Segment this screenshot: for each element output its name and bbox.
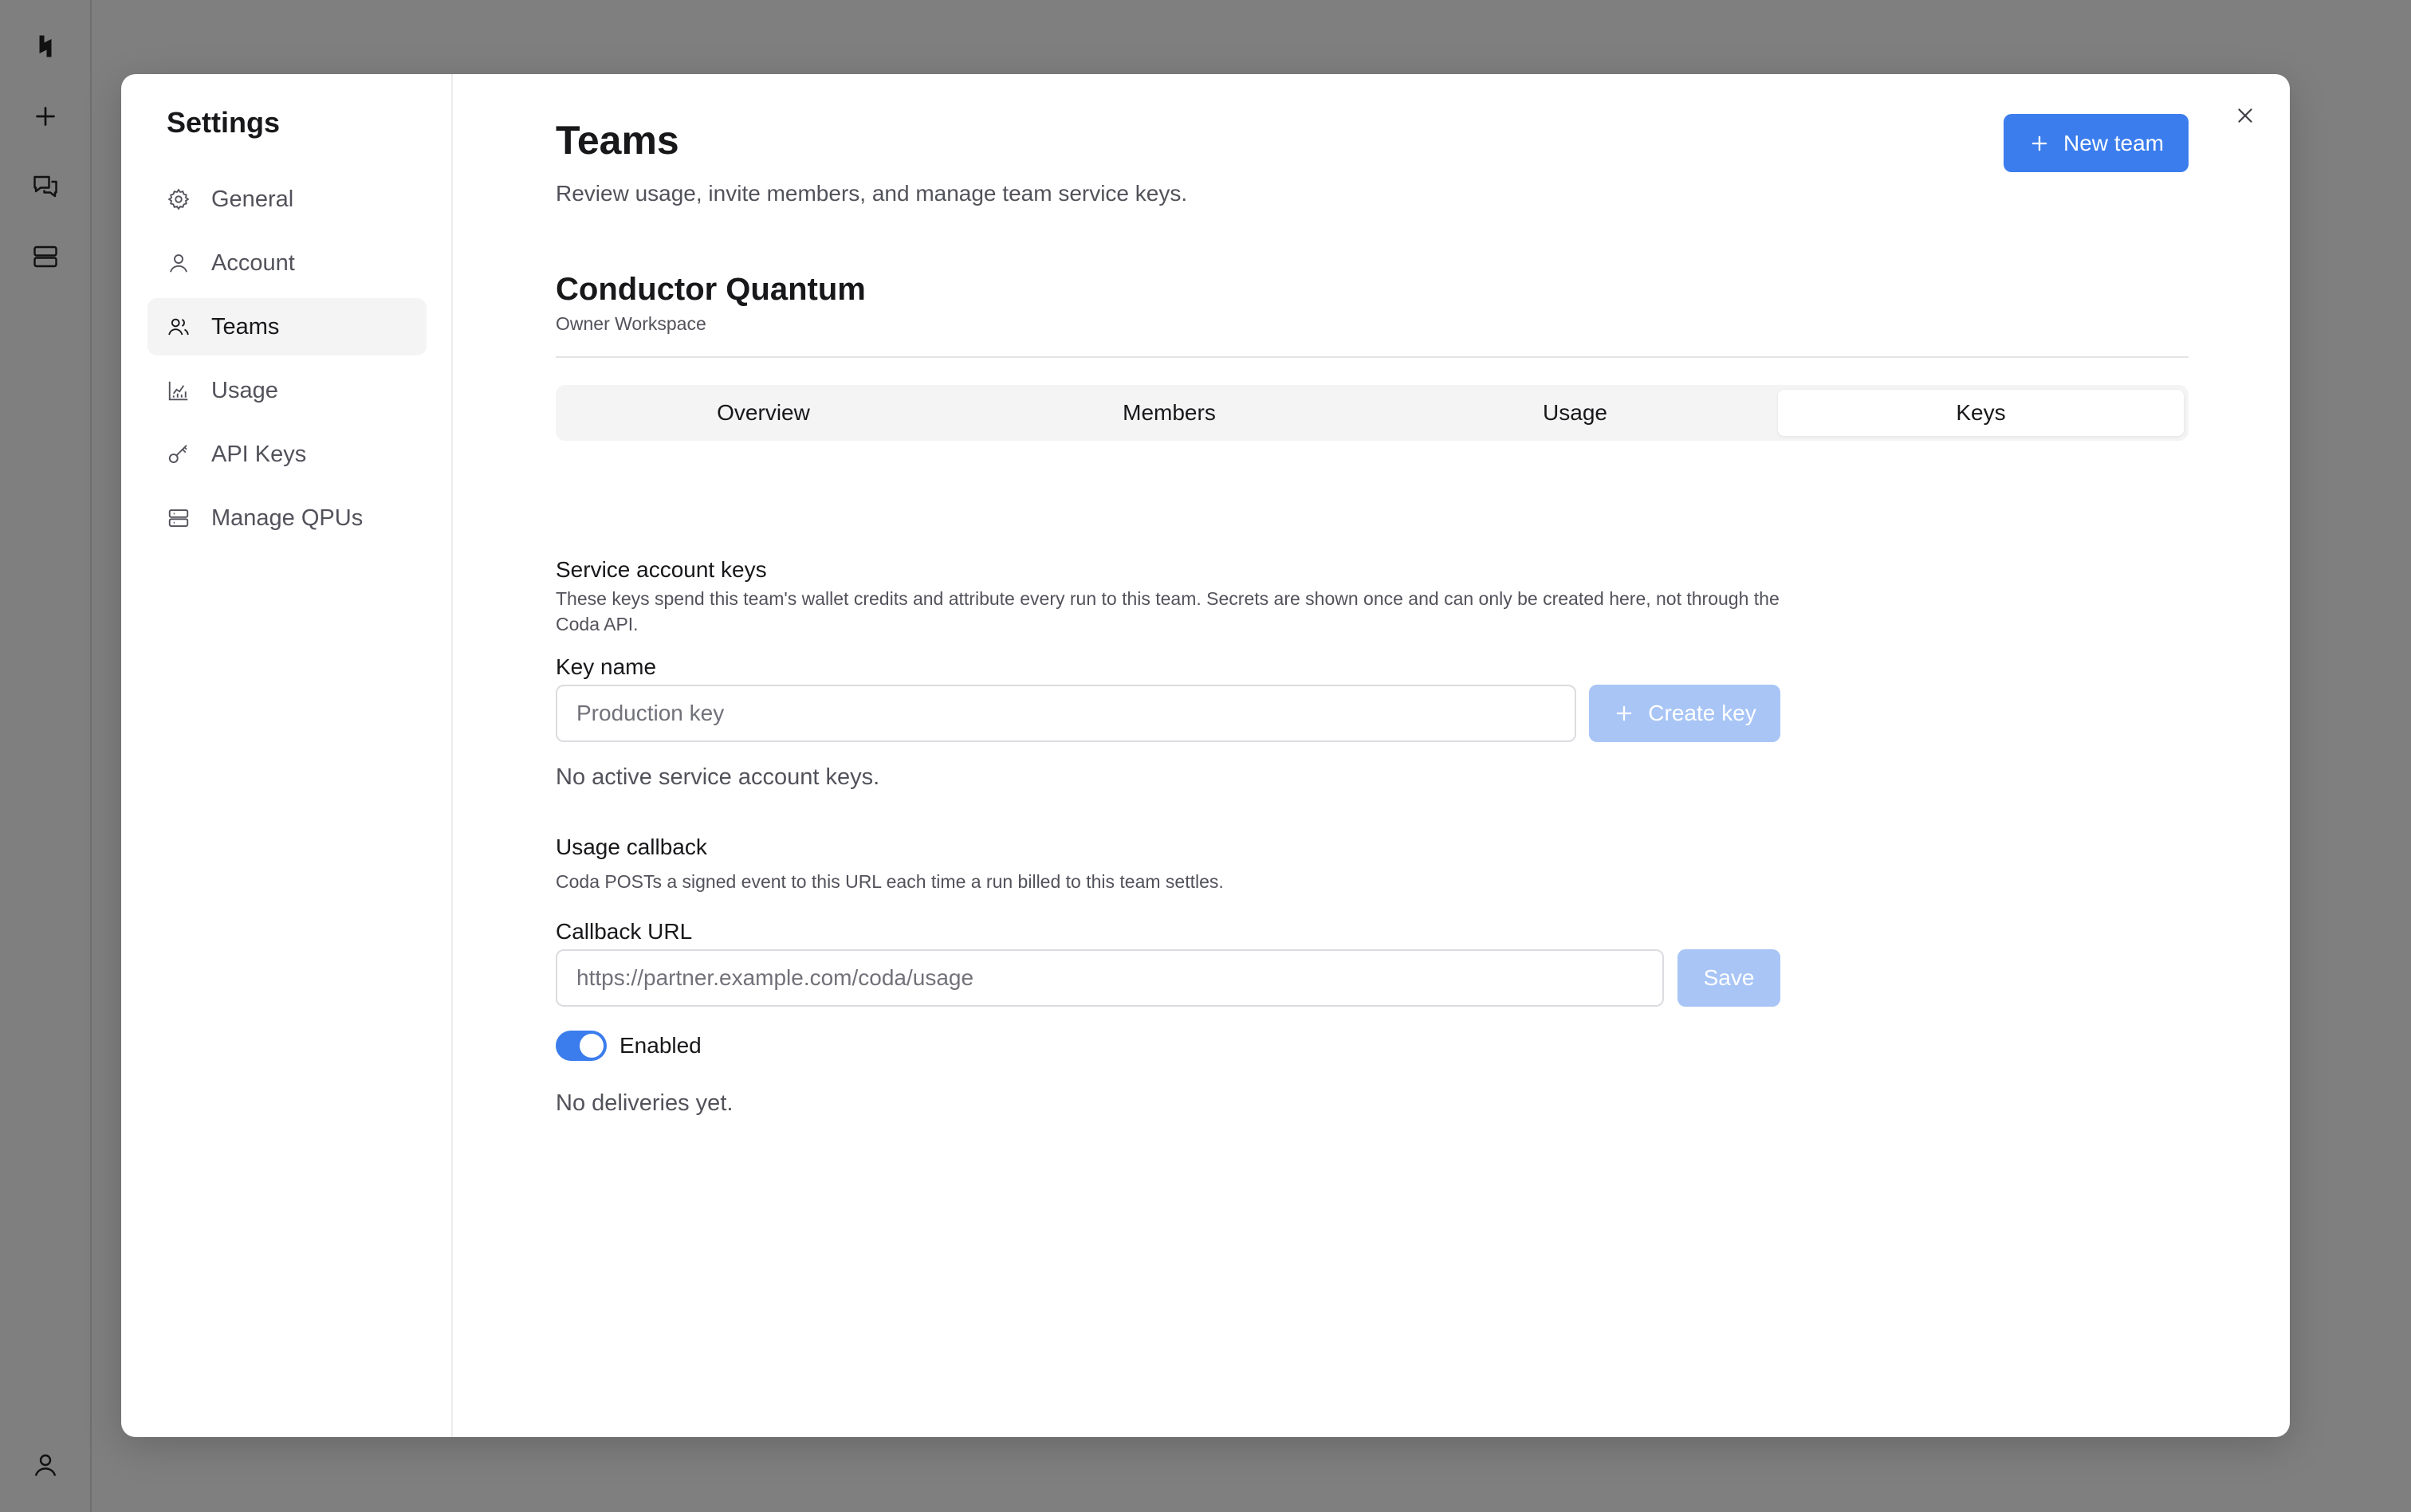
key-name-input[interactable] xyxy=(556,685,1576,742)
user-icon[interactable] xyxy=(26,1446,65,1484)
toggle-knob xyxy=(580,1034,604,1058)
page-subtitle: Review usage, invite members, and manage… xyxy=(556,181,1188,206)
plus-icon xyxy=(1616,705,1632,721)
team-tabs: Overview Members Usage Keys xyxy=(556,385,2189,441)
settings-nav: General Account Teams Usage API Keys Man… xyxy=(147,171,427,553)
settings-modal: Settings General Account Teams Usage API… xyxy=(121,74,2290,1437)
tab-usage[interactable]: Usage xyxy=(1372,390,1778,436)
close-button[interactable] xyxy=(2229,100,2261,132)
app-rail xyxy=(0,0,92,1512)
create-key-button[interactable]: Create key xyxy=(1589,685,1780,742)
teams-panel: Teams Review usage, invite members, and … xyxy=(556,74,2189,1437)
enabled-label: Enabled xyxy=(619,1033,702,1058)
service-keys-title: Service account keys xyxy=(556,557,767,582)
team-role: Owner Workspace xyxy=(556,313,706,334)
divider xyxy=(556,356,2189,358)
create-key-label: Create key xyxy=(1648,701,1756,725)
sidebar-item-label: Account xyxy=(211,249,295,276)
tab-overview[interactable]: Overview xyxy=(560,390,966,436)
server-icon[interactable] xyxy=(26,238,65,276)
sidebar-item-general[interactable]: General xyxy=(147,171,427,228)
plus-icon[interactable] xyxy=(26,97,65,135)
users-icon xyxy=(168,318,189,336)
sidebar-item-api-keys[interactable]: API Keys xyxy=(147,426,427,483)
chat-icon[interactable] xyxy=(26,167,65,206)
sidebar-item-label: Usage xyxy=(211,377,278,403)
no-deliveries-message: No deliveries yet. xyxy=(556,1090,734,1116)
new-team-button[interactable]: New team xyxy=(2004,114,2189,172)
sidebar-item-manage-qpus[interactable]: Manage QPUs xyxy=(147,489,427,547)
usage-callback-description: Coda POSTs a signed event to this URL ea… xyxy=(556,871,1224,892)
plus-icon xyxy=(2031,135,2047,151)
new-team-label: New team xyxy=(2063,130,2165,155)
no-keys-message: No active service account keys. xyxy=(556,764,880,790)
sidebar-item-label: Teams xyxy=(211,313,280,340)
callback-url-label: Callback URL xyxy=(556,919,693,944)
server-icon xyxy=(168,509,189,527)
page-title: Teams xyxy=(556,118,679,163)
settings-sidebar: Settings General Account Teams Usage API… xyxy=(121,74,453,1437)
gear-icon xyxy=(167,188,190,210)
team-name: Conductor Quantum xyxy=(556,272,866,307)
callback-url-input[interactable] xyxy=(556,949,1664,1007)
key-name-label: Key name xyxy=(556,654,657,679)
logo-icon[interactable] xyxy=(26,27,65,65)
sidebar-item-teams[interactable]: Teams xyxy=(147,298,427,355)
sidebar-item-label: Manage QPUs xyxy=(211,505,364,531)
settings-title: Settings xyxy=(167,106,281,139)
close-icon xyxy=(2238,108,2252,123)
sidebar-item-usage[interactable]: Usage xyxy=(147,362,427,419)
tab-members[interactable]: Members xyxy=(966,390,1372,436)
key-icon xyxy=(168,445,187,463)
user-icon xyxy=(170,254,187,273)
sidebar-item-label: General xyxy=(211,186,294,212)
usage-callback-title: Usage callback xyxy=(556,835,707,859)
chart-icon xyxy=(168,381,188,401)
tab-keys[interactable]: Keys xyxy=(1778,390,2184,436)
enabled-toggle[interactable] xyxy=(556,1031,607,1061)
sidebar-item-label: API Keys xyxy=(211,441,307,467)
sidebar-item-account[interactable]: Account xyxy=(147,234,427,292)
save-button[interactable]: Save xyxy=(1677,949,1780,1007)
service-keys-description: These keys spend this team's wallet cred… xyxy=(556,588,1780,634)
